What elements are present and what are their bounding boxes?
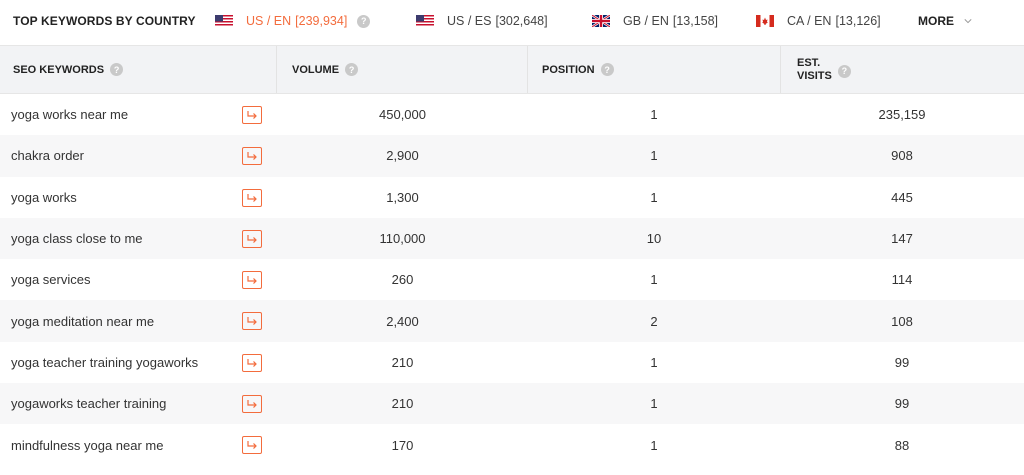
table-row: yoga works near me 450,000 1 235,159 <box>0 94 1024 135</box>
visits-cell: 88 <box>894 437 910 453</box>
column-header-label: VOLUME <box>292 63 340 76</box>
keyword-cell: yoga services <box>11 272 91 288</box>
column-header-label-line1: EST. <box>797 56 821 69</box>
us-flag-icon <box>215 15 233 27</box>
volume-cell: 1,300 <box>386 189 419 205</box>
column-header-label: EST. VISITS <box>797 57 832 83</box>
country-count: [13,126] <box>835 14 881 28</box>
country-label: CA / EN <box>787 14 832 28</box>
table-row: yoga meditation near me 2,400 2 108 <box>0 300 1024 342</box>
country-label: GB / EN <box>623 14 669 28</box>
country-tab-gb-en[interactable]: GB / EN [13,158] <box>592 11 718 31</box>
table-row: yoga works 1,300 1 445 <box>0 177 1024 218</box>
open-keyword-icon[interactable] <box>242 312 262 331</box>
keyword-cell: yoga teacher training yogaworks <box>11 354 199 370</box>
country-count: [13,158] <box>672 14 719 28</box>
visits-cell: 147 <box>891 231 913 247</box>
position-cell: 1 <box>650 189 658 205</box>
visits-cell: 445 <box>891 189 913 205</box>
help-icon[interactable]: ? <box>357 14 371 28</box>
position-cell: 1 <box>650 437 658 453</box>
position-cell: 10 <box>646 231 662 247</box>
volume-cell: 2,900 <box>386 148 419 164</box>
country-count: [302,648] <box>495 14 548 28</box>
visits-cell: 114 <box>891 272 913 288</box>
keyword-cell: yogaworks teacher training <box>11 396 167 412</box>
column-divider <box>527 46 528 93</box>
country-tab-us-en[interactable]: US / EN [239,934] ? <box>215 11 371 31</box>
visits-cell: 908 <box>891 148 913 164</box>
table-row: chakra order 2,900 1 908 <box>0 135 1024 177</box>
open-keyword-icon[interactable] <box>242 436 262 455</box>
column-header-position[interactable]: POSITION ? <box>542 46 614 93</box>
gb-flag-icon <box>592 15 610 27</box>
table-row: yogaworks teacher training 210 1 99 <box>0 383 1024 425</box>
open-keyword-icon[interactable] <box>242 147 262 166</box>
open-keyword-icon[interactable] <box>242 106 262 124</box>
column-header-label: POSITION <box>542 63 595 76</box>
visits-cell: 108 <box>891 313 913 329</box>
volume-cell: 210 <box>391 354 414 370</box>
column-divider <box>780 46 781 93</box>
keyword-cell: mindfulness yoga near me <box>11 437 164 453</box>
ca-flag-icon <box>756 15 774 27</box>
chevron-down-icon <box>964 19 972 24</box>
section-title: TOP KEYWORDS BY COUNTRY <box>13 14 196 28</box>
country-tab-ca-en[interactable]: CA / EN [13,126] <box>756 11 881 31</box>
more-label: MORE <box>918 14 954 28</box>
column-header-volume[interactable]: VOLUME ? <box>292 46 359 93</box>
visits-cell: 99 <box>894 396 910 412</box>
help-icon[interactable]: ? <box>345 63 359 76</box>
column-header-label: SEO KEYWORDS <box>13 63 105 76</box>
keyword-cell: yoga meditation near me <box>11 313 155 329</box>
table-row: mindfulness yoga near me 170 1 88 <box>0 424 1024 465</box>
country-tabs-bar: TOP KEYWORDS BY COUNTRY US / EN [239,934… <box>0 0 1024 44</box>
open-keyword-icon[interactable] <box>242 271 262 290</box>
help-icon[interactable]: ? <box>600 63 614 76</box>
table-header: SEO KEYWORDS ? VOLUME ? POSITION ? EST. … <box>0 45 1024 94</box>
table-body: yoga works near me 450,000 1 235,159 cha… <box>0 94 1024 466</box>
help-icon[interactable]: ? <box>837 65 851 78</box>
country-count: [239,934] <box>295 14 348 28</box>
keyword-cell: yoga works <box>11 189 77 205</box>
volume-cell: 2,400 <box>386 313 419 329</box>
country-tab-us-es[interactable]: US / ES [302,648] <box>416 11 548 31</box>
open-keyword-icon[interactable] <box>242 395 262 414</box>
column-header-keywords[interactable]: SEO KEYWORDS ? <box>13 46 124 93</box>
position-cell: 1 <box>650 272 658 288</box>
more-countries-dropdown[interactable]: MORE <box>918 14 972 28</box>
keywords-table: SEO KEYWORDS ? VOLUME ? POSITION ? EST. … <box>0 45 1024 466</box>
column-divider <box>276 46 277 93</box>
position-cell: 1 <box>650 396 658 412</box>
visits-cell: 99 <box>894 354 910 370</box>
position-cell: 1 <box>650 148 658 164</box>
volume-cell: 110,000 <box>379 231 426 247</box>
table-row: yoga class close to me 110,000 10 147 <box>0 217 1024 260</box>
keyword-cell: yoga class close to me <box>11 231 143 247</box>
country-label: US / ES <box>447 14 492 28</box>
open-keyword-icon[interactable] <box>242 229 262 248</box>
column-header-visits[interactable]: EST. VISITS ? <box>797 46 851 93</box>
volume-cell: 210 <box>391 396 414 412</box>
keyword-cell: chakra order <box>11 148 84 164</box>
keyword-cell: yoga works near me <box>11 107 129 123</box>
country-label: US / EN <box>246 14 292 28</box>
open-keyword-icon[interactable] <box>242 353 262 372</box>
volume-cell: 450,000 <box>379 107 426 123</box>
visits-cell: 235,159 <box>878 107 926 123</box>
position-cell: 1 <box>650 107 658 123</box>
column-header-label-line2: VISITS <box>797 69 832 82</box>
open-keyword-icon[interactable] <box>242 188 262 207</box>
table-row: yoga services 260 1 114 <box>0 259 1024 300</box>
position-cell: 1 <box>650 354 658 370</box>
position-cell: 2 <box>650 313 658 329</box>
table-row: yoga teacher training yogaworks 210 1 99 <box>0 342 1024 383</box>
help-icon[interactable]: ? <box>110 63 124 76</box>
us-flag-icon <box>416 15 434 27</box>
volume-cell: 170 <box>391 437 414 453</box>
volume-cell: 260 <box>391 272 414 288</box>
